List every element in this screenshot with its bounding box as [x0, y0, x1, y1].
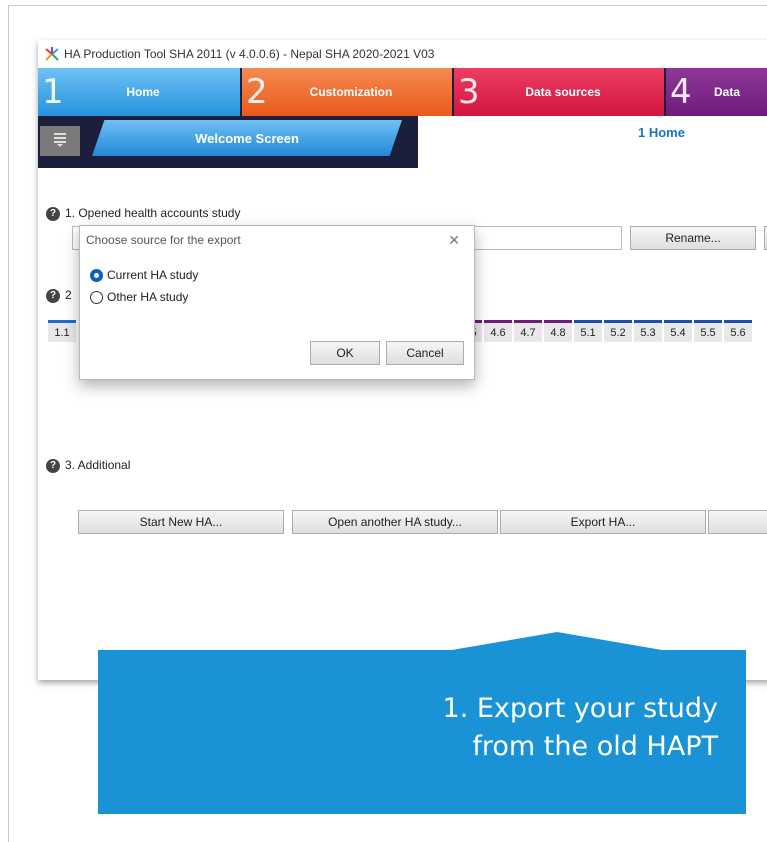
help-icon[interactable]: ? — [46, 206, 60, 221]
rename-button[interactable]: Rename... — [630, 226, 756, 250]
progress-step[interactable]: 5.2 — [604, 320, 632, 342]
progress-step[interactable]: 1.1 — [48, 320, 76, 342]
dialog-title: Choose source for the export — [86, 233, 241, 247]
open-another-study-button[interactable]: Open another HA study... — [292, 510, 498, 534]
section-title: 3. Additional — [65, 458, 131, 472]
app-logo-icon — [44, 46, 60, 62]
window-title: HA Production Tool SHA 2011 (v 4.0.0.6) … — [64, 47, 435, 61]
progress-step[interactable]: 5.4 — [664, 320, 692, 342]
export-ha-button[interactable]: Export HA... — [500, 510, 706, 534]
tab-number: 4 — [670, 72, 692, 112]
section-opened-study: ? 1. Opened health accounts study — [46, 206, 240, 221]
help-icon[interactable]: ? — [46, 288, 60, 303]
callout-text: 1. Export your study from the old HAPT — [443, 690, 718, 766]
hamburger-icon — [52, 131, 68, 152]
option-other-study[interactable]: Other HA study — [90, 290, 188, 304]
tab-number: 2 — [246, 72, 268, 112]
callout-line: 1. Export your study — [442, 693, 718, 724]
help-icon[interactable]: ? — [46, 458, 60, 473]
tab-label: Data — [714, 85, 741, 99]
progress-step[interactable]: 4.8 — [544, 320, 572, 342]
tab-label: Home — [126, 85, 160, 99]
callout-line: from the old HAPT — [472, 731, 718, 762]
tab-data[interactable]: 4 Data — [666, 68, 767, 116]
tab-number: 1 — [42, 72, 64, 112]
progress-step[interactable]: 5.5 — [694, 320, 722, 342]
dialog-title-bar: Choose source for the export ✕ — [80, 226, 474, 254]
section-title: 1. Opened health accounts study — [65, 206, 241, 220]
radio-selected-icon[interactable] — [90, 268, 103, 282]
menu-toggle-button[interactable] — [40, 126, 80, 156]
section-number: 2 — [65, 288, 72, 302]
tab-label: Customization — [309, 85, 393, 99]
ok-button[interactable]: OK — [310, 341, 380, 365]
current-section-label: 1 Home — [638, 125, 685, 140]
sub-nav: Welcome Screen 1 Home — [38, 116, 767, 168]
section-additional: ? 3. Additional — [46, 458, 130, 473]
progress-step[interactable]: 4.7 — [514, 320, 542, 342]
progress-step[interactable]: 5.3 — [634, 320, 662, 342]
import-button[interactable]: I — [708, 510, 767, 534]
tab-home[interactable]: 1 Home — [38, 68, 242, 116]
tab-number: 3 — [458, 72, 480, 112]
title-bar: HA Production Tool SHA 2011 (v 4.0.0.6) … — [38, 40, 767, 68]
radio-unselected-icon[interactable] — [90, 290, 103, 304]
option-label: Other HA study — [107, 290, 189, 304]
option-current-study[interactable]: Current HA study — [90, 268, 198, 282]
progress-step[interactable]: 5.1 — [574, 320, 602, 342]
tab-label: Data sources — [525, 85, 601, 99]
tab-data-sources[interactable]: 3 Data sources — [454, 68, 666, 116]
option-label: Current HA study — [107, 268, 199, 282]
cancel-button[interactable]: Cancel — [386, 341, 464, 365]
instruction-callout: 1. Export your study from the old HAPT — [98, 650, 746, 814]
export-source-dialog: Choose source for the export ✕ Current H… — [79, 225, 475, 380]
section-progress: ? 2 — [46, 288, 72, 303]
tab-customization[interactable]: 2 Customization — [242, 68, 454, 116]
welcome-screen-tab[interactable]: Welcome Screen — [92, 120, 402, 156]
progress-step[interactable]: 4.6 — [484, 320, 512, 342]
close-icon[interactable]: ✕ — [448, 226, 460, 254]
start-new-ha-button[interactable]: Start New HA... — [78, 510, 284, 534]
progress-step[interactable]: 5.6 — [724, 320, 752, 342]
main-nav: 1 Home 2 Customization 3 Data sources 4 … — [38, 68, 767, 116]
